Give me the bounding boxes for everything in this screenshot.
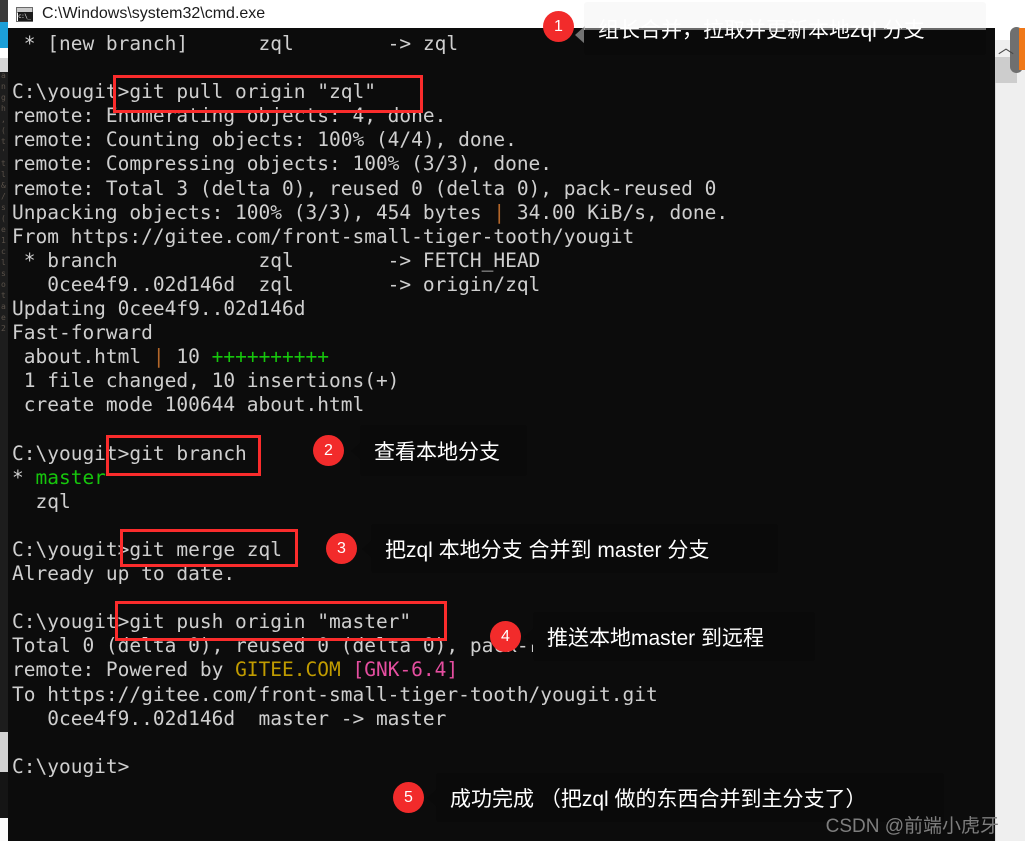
bottom-white-strip <box>0 841 1025 848</box>
terminal-text: zql <box>12 489 71 513</box>
terminal-text: 0cee4f9..02d146d master -> master <box>12 706 447 730</box>
scrollbar-accent-marker <box>1019 28 1025 70</box>
terminal-text: master <box>35 465 106 489</box>
terminal-text: GITEE.COM <box>235 658 341 682</box>
terminal-text: Fast-forward <box>12 321 153 345</box>
annotation-label-2: 查看本地分支 <box>374 440 500 464</box>
terminal-text: Already up to date. <box>12 562 236 586</box>
terminal-line: zql <box>12 490 995 514</box>
annotation-label-5: 成功完成 （把zql 做的东西合并到主分支了） <box>450 787 867 811</box>
annotation-badge-3[interactable]: 3 <box>326 533 357 564</box>
terminal-line: To https://gitee.com/front-small-tiger-t… <box>12 683 995 707</box>
annotation-callout-1: 组长合并，拉取并更新本地zql 分支 <box>575 2 986 55</box>
terminal-line: Updating 0cee4f9..02d146d <box>12 297 995 321</box>
terminal-text: 1 file changed, 10 insertions(+) <box>12 369 400 393</box>
terminal-text: remote: Enumerating objects: 4, done. <box>12 104 447 128</box>
terminal-line: remote: Powered by GITEE.COM [GNK-6.4] <box>12 658 995 682</box>
terminal-line: remote: Enumerating objects: 4, done. <box>12 104 995 128</box>
terminal-text: 10 <box>164 345 212 369</box>
terminal-text: 0cee4f9..02d146d zql -> origin/zql <box>12 272 541 296</box>
terminal-text: remote: Compressing objects: 100% (3/3),… <box>12 152 553 176</box>
terminal-line: 1 file changed, 10 insertions(+) <box>12 369 995 393</box>
terminal-text: about.html <box>12 345 153 369</box>
terminal-line: remote: Counting objects: 100% (4/4), do… <box>12 128 995 152</box>
terminal-text: [GNK-6.4] <box>352 658 459 682</box>
terminal-text: C:\yougit>git merge zql <box>12 537 283 561</box>
annotation-badge-4[interactable]: 4 <box>490 621 521 652</box>
terminal-line: remote: Total 3 (delta 0), reused 0 (del… <box>12 177 995 201</box>
terminal-text: remote: Counting objects: 100% (4/4), do… <box>12 128 517 152</box>
terminal-line: * branch zql -> FETCH_HEAD <box>12 249 995 273</box>
terminal-text: | <box>493 200 506 224</box>
annotation-label-3: 把zql 本地分支 合并到 master 分支 <box>385 538 710 562</box>
terminal-text: * <box>12 465 36 489</box>
terminal-text: From https://gitee.com/front-small-tiger… <box>12 224 635 248</box>
rail-background <box>995 83 1025 848</box>
terminal-text: remote: Total 3 (delta 0), reused 0 (del… <box>12 176 717 200</box>
csdn-watermark: CSDN @前端小虎牙 <box>825 816 999 837</box>
terminal-line: 0cee4f9..02d146d master -> master <box>12 707 995 731</box>
annotation-badge-5[interactable]: 5 <box>393 782 424 813</box>
terminal-text: Unpacking objects: 100% (3/3), 454 bytes <box>12 200 494 224</box>
terminal-text: create mode 100644 about.html <box>12 393 365 417</box>
terminal-text: C:\yougit>git pull origin "zql" <box>12 80 376 104</box>
annotation-badge-1[interactable]: 1 <box>543 11 574 42</box>
terminal-text: * branch zql -> FETCH_HEAD <box>12 248 541 272</box>
annotation-label-1: 组长合并，拉取并更新本地zql 分支 <box>598 18 925 42</box>
terminal-text: | <box>152 345 165 369</box>
screenshot-root: a n g h , ( t ' t l & / s ( e 1 c l s o … <box>0 0 1025 848</box>
terminal-line: Unpacking objects: 100% (3/3), 454 bytes… <box>12 201 995 225</box>
annotation-callout-2: 查看本地分支 <box>360 425 527 476</box>
terminal-text: Updating 0cee4f9..02d146d <box>12 297 306 321</box>
terminal-line: 0cee4f9..02d146d zql -> origin/zql <box>12 273 995 297</box>
cmd-window[interactable]: C:\Windows\system32\cmd.exe * [new branc… <box>8 0 995 841</box>
annotation-label-4: 推送本地master 到远程 <box>547 626 765 650</box>
terminal-text: C:\yougit> <box>12 754 130 778</box>
terminal-text: To https://gitee.com/front-small-tiger-t… <box>12 682 658 706</box>
cmd-window-title: C:\Windows\system32\cmd.exe <box>42 5 266 22</box>
terminal-line: create mode 100644 about.html <box>12 393 995 417</box>
annotation-callout-3: 把zql 本地分支 合并到 master 分支 <box>371 524 778 573</box>
right-side-rail: ︿ <box>995 0 1025 848</box>
terminal-line: about.html | 10 ++++++++++ <box>12 345 995 369</box>
terminal-text: ++++++++++ <box>211 345 330 369</box>
terminal-text: 34.00 KiB/s, done. <box>505 200 729 224</box>
terminal-text: * [new branch] zql -> zql <box>12 32 459 55</box>
annotation-callout-4: 推送本地master 到远程 <box>533 612 815 661</box>
terminal-text: C:\yougit>git branch <box>12 441 247 465</box>
cmd-console-icon <box>16 6 33 22</box>
terminal-line: From https://gitee.com/front-small-tiger… <box>12 225 995 249</box>
terminal-text: C:\yougit>git push origin "master" <box>12 610 412 634</box>
chevron-up-icon[interactable]: ︿ <box>998 40 1014 56</box>
terminal-text: remote: Powered by <box>12 658 236 682</box>
terminal-line: C:\yougit>git pull origin "zql" <box>12 80 995 104</box>
terminal-line: Fast-forward <box>12 321 995 345</box>
annotation-badge-2[interactable]: 2 <box>313 435 344 466</box>
terminal-line: remote: Compressing objects: 100% (3/3),… <box>12 152 995 176</box>
